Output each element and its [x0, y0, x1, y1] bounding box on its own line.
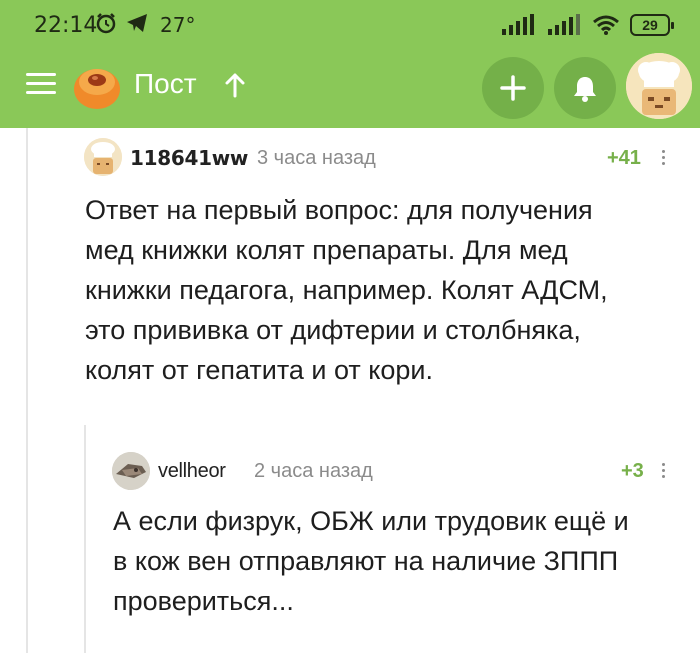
- chef-avatar-icon: [84, 138, 122, 176]
- battery-level: 29: [642, 17, 658, 33]
- comment-rating: +3: [621, 460, 644, 482]
- comment-text-line: провериться...: [113, 586, 294, 616]
- comment-username[interactable]: vellheor: [158, 460, 226, 483]
- pikabu-logo-icon[interactable]: [70, 60, 124, 114]
- comment-text-line: колят от гепатита и от кори.: [85, 355, 434, 385]
- comment-time: 3 часа назад: [257, 147, 376, 169]
- comment-text-line: это прививка от дифтерии и столбняка,: [85, 315, 581, 345]
- thread-line-inner[interactable]: [84, 425, 86, 653]
- thread-line-outer[interactable]: [26, 128, 28, 653]
- wifi-icon: [593, 15, 619, 35]
- profile-avatar[interactable]: [626, 53, 692, 119]
- comment-text-line: мед книжки колят препараты. Для мед: [85, 235, 568, 265]
- signal-icon: [502, 14, 534, 35]
- add-post-button[interactable]: [482, 57, 544, 119]
- alarm-icon: [96, 13, 116, 34]
- page-title: Пост: [134, 68, 197, 99]
- status-temperature: 27°: [160, 13, 196, 37]
- status-time: 22:14: [34, 13, 98, 38]
- app-bar: Пост: [0, 50, 700, 128]
- status-left-icons: [95, 12, 149, 34]
- user-avatar-icon: [112, 452, 150, 490]
- avatar[interactable]: [112, 452, 150, 490]
- comment-username[interactable]: 118641ww: [130, 146, 248, 170]
- chef-avatar-icon: [626, 53, 692, 119]
- telegram-icon: [127, 14, 147, 32]
- comment-rating: +41: [607, 147, 641, 169]
- arrow-up-icon[interactable]: [224, 72, 246, 98]
- comment-text-line: Ответ на первый вопрос: для получения: [85, 195, 593, 225]
- comment-text: Ответ на первый вопрос: для получения ме…: [85, 190, 685, 390]
- battery-indicator: 29: [630, 14, 674, 36]
- comment-text-line: в кож вен отправляют на наличие ЗППП: [113, 546, 619, 576]
- comment-text-line: книжки педагога, например. Колят АДСМ,: [85, 275, 608, 305]
- avatar[interactable]: [84, 138, 122, 176]
- plus-icon: [500, 75, 526, 101]
- status-bar: 22:14 27° 29: [0, 0, 700, 50]
- notifications-button[interactable]: [554, 57, 616, 119]
- comment-time: 2 часа назад: [254, 460, 373, 482]
- more-options-icon[interactable]: [660, 463, 666, 483]
- status-right-icons: 29: [500, 14, 674, 36]
- header: 22:14 27° 29 Пост: [0, 0, 700, 128]
- menu-icon[interactable]: [26, 73, 56, 97]
- comment-text: А если физрук, ОБЖ или трудовик ещё и в …: [113, 501, 693, 621]
- bell-icon: [574, 77, 596, 102]
- comment-text-line: А если физрук, ОБЖ или трудовик ещё и: [113, 506, 629, 536]
- signal-icon-2: [548, 14, 580, 35]
- more-options-icon[interactable]: [660, 150, 666, 170]
